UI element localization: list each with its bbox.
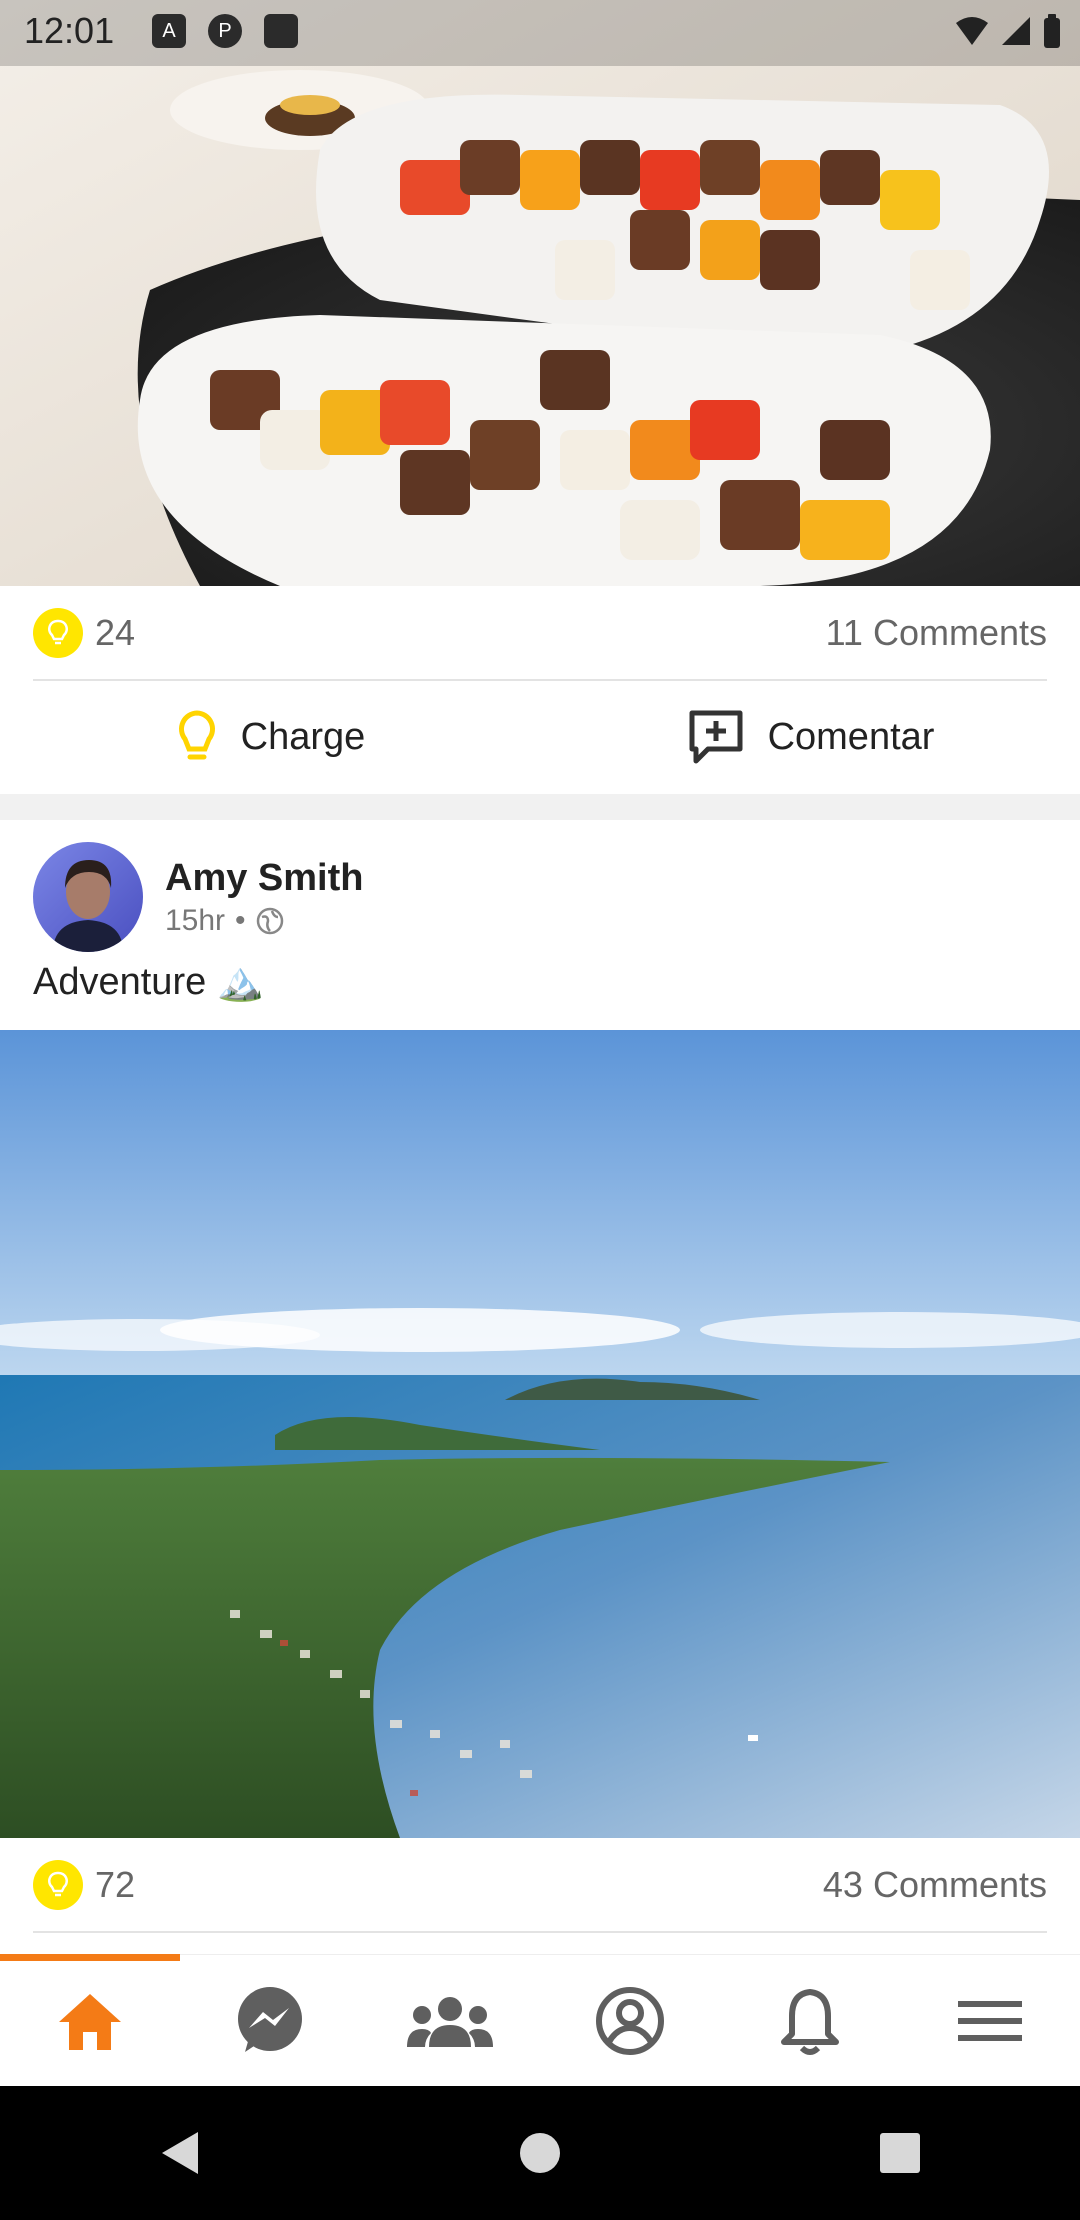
app-a-icon: A — [152, 14, 186, 48]
post-2-text: Adventure 🏔️ — [33, 961, 265, 1003]
meta-separator: • — [235, 903, 246, 937]
post-1-actions: Charge Comentar — [0, 682, 1080, 792]
nav-menu[interactable] — [900, 1955, 1080, 2087]
post-2-divider — [33, 1931, 1047, 1933]
likes-count: 24 — [95, 612, 136, 653]
home-button[interactable] — [480, 2093, 600, 2213]
post-2-stats: 72 43 Comments — [33, 1838, 1047, 1932]
sd-card-icon — [264, 14, 298, 48]
wifi-icon — [956, 17, 988, 45]
nav-profile[interactable] — [540, 1955, 720, 2087]
lightbulb-icon — [48, 1871, 68, 1897]
messenger-icon — [238, 1987, 302, 2052]
app-p-icon: P — [208, 14, 242, 48]
nav-home[interactable] — [0, 1955, 180, 2087]
post-separator — [0, 794, 1080, 820]
author-name[interactable]: Amy Smith — [165, 857, 363, 900]
home-circle-icon — [520, 2133, 560, 2173]
likes-count: 72 — [95, 1864, 136, 1905]
avatar[interactable] — [33, 842, 143, 952]
system-status-icons — [954, 14, 1062, 48]
menu-icon — [958, 2001, 1022, 2041]
comment-button[interactable]: Comentar — [540, 682, 1080, 792]
post-2-header: Amy Smith 15hr • — [33, 842, 363, 952]
nav-notifications[interactable] — [720, 1955, 900, 2087]
food-photo-illustration — [0, 0, 1080, 586]
lightbulb-badge-icon — [33, 1860, 83, 1910]
notification-icons: A P — [152, 14, 298, 48]
app-screen: 12:01 A P 24 11 Comments Charge Comentar… — [0, 0, 1080, 2220]
lightbulb-icon — [48, 619, 68, 645]
post-2-author-block: Amy Smith 15hr • — [165, 857, 363, 938]
post-1-divider — [33, 679, 1047, 681]
system-nav-bar — [0, 2086, 1080, 2220]
comments-count[interactable]: 11 Comments — [826, 612, 1047, 654]
landscape-photo[interactable] — [0, 1030, 1080, 1838]
charge-button[interactable]: Charge — [0, 682, 540, 792]
post-1-likes[interactable]: 24 — [33, 608, 135, 658]
comments-count[interactable]: 43 Comments — [823, 1864, 1047, 1906]
bottom-nav — [0, 1954, 1080, 2087]
post-time: 15hr — [165, 903, 226, 937]
landscape-photo-illustration — [0, 1030, 1080, 1838]
recents-button[interactable] — [840, 2093, 960, 2213]
post-meta: 15hr • — [165, 904, 363, 938]
globe-icon — [256, 907, 283, 934]
avatar-portrait — [33, 842, 143, 952]
post-2-likes[interactable]: 72 — [33, 1860, 135, 1910]
status-bar: 12:01 A P — [0, 0, 1080, 66]
groups-icon — [407, 1997, 493, 2047]
add-comment-icon — [689, 710, 743, 764]
battery-icon — [1044, 14, 1060, 48]
recents-square-icon — [880, 2133, 920, 2173]
charge-label: Charge — [240, 715, 366, 758]
home-icon — [59, 1994, 121, 2050]
lightbulb-icon — [178, 710, 215, 760]
status-time: 12:01 — [24, 10, 115, 51]
food-skewers-photo[interactable] — [0, 0, 1080, 586]
nav-groups[interactable] — [360, 1955, 540, 2087]
comment-label: Comentar — [767, 715, 935, 758]
nav-messenger[interactable] — [180, 1955, 360, 2087]
back-button[interactable] — [120, 2093, 240, 2213]
back-triangle-icon — [162, 2132, 198, 2174]
signal-icon — [1002, 17, 1030, 45]
lightbulb-badge-icon — [33, 608, 83, 658]
bell-icon — [781, 1989, 839, 2055]
post-1-stats: 24 11 Comments — [33, 586, 1047, 680]
profile-icon — [596, 1987, 664, 2055]
active-tab-indicator — [0, 1954, 180, 1961]
